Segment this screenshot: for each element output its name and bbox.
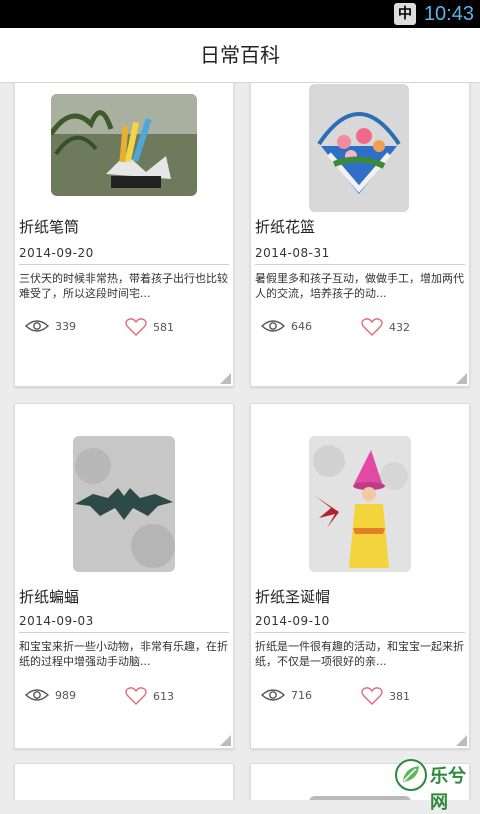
view-count-value: 716 [291, 688, 312, 702]
divider [19, 264, 229, 265]
article-date: 2014-09-20 [19, 246, 94, 260]
view-count: 646 [261, 319, 312, 333]
article-card[interactable]: 折纸笔筒 2014-09-20 三伏天的时候非常热，带着孩子出行也比较难受了，所… [14, 83, 234, 387]
corner-fold-icon [456, 735, 467, 746]
article-summary: 和宝宝来折一些小动物，非常有乐趣，在折纸的过程中增强动手动脑... [19, 640, 228, 668]
app-bar: 日常百科 [0, 28, 480, 83]
article-summary: 三伏天的时候非常热，带着孩子出行也比较难受了，所以这段时间宅... [19, 272, 228, 300]
like-button[interactable]: 432 [361, 318, 410, 336]
heart-icon [125, 687, 147, 705]
article-card[interactable]: 折纸花篮 2014-08-31 暑假里多和孩子互动，做做手工，增加两代人的交流，… [250, 83, 470, 387]
article-date: 2014-09-10 [255, 614, 330, 628]
divider [255, 632, 465, 633]
heart-icon [361, 687, 383, 705]
corner-fold-icon [220, 735, 231, 746]
article-thumbnail-bat [73, 436, 175, 572]
eye-icon [261, 689, 285, 701]
heart-icon [125, 318, 147, 336]
card-feed[interactable]: 折纸笔筒 2014-09-20 三伏天的时候非常热，带着孩子出行也比较难受了，所… [0, 83, 480, 800]
view-count: 716 [261, 688, 312, 702]
leaf-logo-icon [395, 759, 427, 791]
article-date: 2014-09-03 [19, 614, 94, 628]
like-button[interactable]: 613 [125, 687, 174, 705]
status-clock: 10:43 [423, 3, 474, 25]
divider [255, 264, 465, 265]
article-card[interactable]: 折纸圣诞帽 2014-09-10 折纸是一件很有趣的活动，和宝宝一起来折纸，不仅… [250, 403, 470, 749]
like-count-value: 381 [389, 689, 410, 703]
article-summary: 折纸是一件很有趣的活动，和宝宝一起来折纸，不仅是一项很好的亲... [255, 640, 464, 668]
corner-fold-icon [456, 373, 467, 384]
heart-icon [361, 318, 383, 336]
article-thumbnail [309, 796, 411, 800]
view-count-value: 989 [55, 688, 76, 702]
article-thumbnail-pen-holder [51, 94, 197, 196]
view-count-value: 339 [55, 319, 76, 333]
like-button[interactable]: 381 [361, 687, 410, 705]
page-title: 日常百科 [200, 43, 280, 67]
ime-indicator: 中 [394, 3, 416, 25]
view-count: 339 [25, 319, 76, 333]
article-date: 2014-08-31 [255, 246, 330, 260]
article-card[interactable] [14, 763, 234, 800]
watermark: 乐兮网 [394, 756, 474, 813]
watermark-text: 乐兮网 [430, 766, 466, 813]
article-title: 折纸蝙蝠 [19, 588, 80, 606]
eye-icon [25, 689, 49, 701]
corner-fold-icon [220, 373, 231, 384]
article-summary: 暑假里多和孩子互动，做做手工，增加两代人的交流，培养孩子的动... [255, 272, 464, 300]
divider [19, 632, 229, 633]
view-count-value: 646 [291, 319, 312, 333]
article-title: 折纸笔筒 [19, 218, 80, 236]
eye-icon [25, 320, 49, 332]
article-thumbnail-flower-basket [309, 84, 409, 212]
article-thumbnail-christmas-hat [309, 436, 411, 572]
article-card[interactable]: 折纸蝙蝠 2014-09-03 和宝宝来折一些小动物，非常有乐趣，在折纸的过程中… [14, 403, 234, 749]
like-count-value: 613 [153, 689, 174, 703]
article-title: 折纸花篮 [255, 218, 316, 236]
status-bar: 中 10:43 [0, 0, 480, 28]
view-count: 989 [25, 688, 76, 702]
article-title: 折纸圣诞帽 [255, 588, 331, 606]
like-button[interactable]: 581 [125, 318, 174, 336]
like-count-value: 581 [153, 320, 174, 334]
eye-icon [261, 320, 285, 332]
like-count-value: 432 [389, 320, 410, 334]
